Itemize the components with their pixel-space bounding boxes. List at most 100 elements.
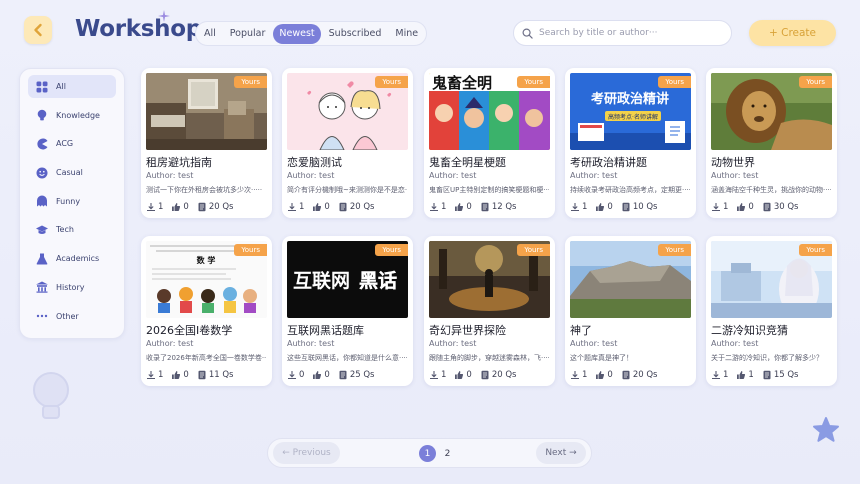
filter-tab-popular[interactable]: Popular — [224, 24, 272, 44]
workshop-card[interactable]: 鬼畜全明 Yours 鬼畜全明星梗题 Author: test 鬼畜区UP主特别… — [424, 68, 555, 218]
card-author: Author: test — [287, 171, 335, 180]
workshop-card[interactable]: Yours 二游冷知识竞猜 Author: test 关于二游的冷知识，你都了解… — [706, 236, 837, 386]
thumb-text-highlight: 黑话 — [359, 270, 397, 292]
card-stats: 1 0 20 Qs — [287, 202, 374, 212]
card-stats: 1 0 11 Qs — [146, 370, 233, 380]
download-icon — [712, 371, 720, 380]
question-list-icon — [198, 202, 206, 212]
download-count: 1 — [723, 202, 729, 212]
card-author: Author: test — [570, 339, 618, 348]
card-title: 2026全国I卷数学 — [146, 324, 233, 337]
download-icon — [712, 203, 720, 212]
previous-page-button[interactable]: ← Previous — [273, 442, 340, 464]
like-count: 0 — [324, 370, 330, 380]
card-description: 关于二游的冷知识，你都了解多少？ — [711, 354, 823, 362]
sidebar-item-academics[interactable]: Academics — [28, 247, 116, 270]
like-count: 0 — [324, 202, 330, 212]
download-count: 1 — [441, 202, 447, 212]
sidebar-item-casual[interactable]: Casual — [28, 161, 116, 184]
category-sidebar: All Knowledge ACG Casual Funny Tech Acad… — [19, 68, 125, 339]
workshop-card[interactable]: Yours 动物世界 Author: test 涵盖海陆空千种生灵，挑战你的动物… — [706, 68, 837, 218]
card-stats: 1 0 12 Qs — [429, 202, 516, 212]
sidebar-item-knowledge[interactable]: Knowledge — [28, 104, 116, 127]
question-list-icon — [481, 370, 489, 380]
page-1-button[interactable]: 1 — [419, 445, 436, 462]
card-description: 涵盖海陆空千种生灵，挑战你的动物···· — [711, 186, 831, 194]
like-count: 1 — [748, 370, 754, 380]
workshop-card[interactable]: Yours 恋爱脑测试 Author: test 简介有评分機制哦~来测测你是不… — [282, 68, 413, 218]
search-input[interactable] — [539, 28, 719, 38]
search-icon — [522, 28, 533, 39]
owner-badge: Yours — [517, 76, 550, 88]
back-button[interactable] — [24, 16, 52, 44]
thumbs-up-icon — [313, 371, 322, 379]
filter-tab-newest[interactable]: Newest — [273, 23, 321, 44]
download-icon — [147, 371, 155, 380]
question-count: 11 Qs — [208, 370, 234, 380]
card-author: Author: test — [711, 339, 759, 348]
card-author: Author: test — [570, 171, 618, 180]
thumbs-up-icon — [596, 371, 605, 379]
lightbulb-icon — [37, 109, 47, 121]
like-count: 0 — [183, 370, 189, 380]
filter-tab-subscribed[interactable]: Subscribed — [323, 24, 388, 44]
download-count: 1 — [299, 202, 305, 212]
card-description: 持续收录考研政治高频考点，定期更···· — [570, 186, 690, 194]
card-stats: 0 0 25 Qs — [287, 370, 374, 380]
sidebar-item-funny[interactable]: Funny — [28, 190, 116, 213]
sidebar-item-label: Other — [56, 311, 79, 321]
workshop-card[interactable]: Yours 神了 Author: test 这个题库真是神了！ 1 0 20 Q… — [565, 236, 696, 386]
sidebar-item-acg[interactable]: ACG — [28, 132, 116, 155]
download-icon — [288, 371, 296, 380]
workshop-card[interactable]: Yours 租房避坑指南 Author: test 测试一下你在外租房会被坑多少… — [141, 68, 272, 218]
card-author: Author: test — [287, 339, 335, 348]
download-icon — [430, 203, 438, 212]
card-description: 收录了2026年新高考全国一卷数学卷···· — [146, 354, 266, 362]
workshop-card[interactable]: 考研政治精讲 高频考点·名师讲解 Yours 考研政治精讲题 Author: t… — [565, 68, 696, 218]
download-count: 0 — [299, 370, 305, 380]
owner-badge: Yours — [234, 244, 267, 256]
page-2-button[interactable]: 2 — [439, 445, 456, 462]
thumbs-up-icon — [455, 371, 464, 379]
next-page-button[interactable]: Next → — [536, 442, 586, 464]
sidebar-item-all[interactable]: All — [28, 75, 116, 98]
card-description: 鬼畜区UP主特别定制的搞笑梗题和梗···· — [429, 186, 549, 194]
filter-tab-all[interactable]: All — [198, 24, 222, 44]
sidebar-item-label: ACG — [56, 139, 74, 149]
sidebar-item-other[interactable]: Other — [28, 305, 116, 328]
like-count: 0 — [466, 202, 472, 212]
sparkle-icon — [158, 10, 170, 22]
filter-tabs: All Popular Newest Subscribed Mine — [195, 21, 428, 46]
create-button[interactable]: + Create — [749, 20, 836, 46]
app-logo: Workshop — [75, 16, 202, 42]
sidebar-item-history[interactable]: History — [28, 276, 116, 299]
workshop-card[interactable]: Yours 奇幻异世界探险 Author: test 跟随主角的脚步，穿越迷雾森… — [424, 236, 555, 386]
card-stats: 1 0 10 Qs — [570, 202, 657, 212]
download-count: 1 — [582, 370, 588, 380]
owner-badge: Yours — [658, 76, 691, 88]
download-count: 1 — [158, 202, 164, 212]
sidebar-item-label: Tech — [56, 225, 74, 235]
workshop-card[interactable]: 互联网 黑话 Yours 互联网黑话题库 Author: test 这些互联网黑… — [282, 236, 413, 386]
download-icon — [571, 203, 579, 212]
flask-icon — [36, 253, 48, 265]
thumbs-up-icon — [737, 203, 746, 211]
sidebar-item-tech[interactable]: Tech — [28, 218, 116, 241]
card-description: 简介有评分機制哦~来测测你是不是恋···· — [287, 186, 407, 194]
thumbs-up-icon — [172, 371, 181, 379]
owner-badge: Yours — [234, 76, 267, 88]
question-count: 20 Qs — [491, 370, 517, 380]
filter-tab-mine[interactable]: Mine — [389, 24, 424, 44]
like-count: 0 — [466, 370, 472, 380]
thumb-text: 数 学 — [197, 255, 216, 265]
card-author: Author: test — [429, 339, 477, 348]
owner-badge: Yours — [375, 244, 408, 256]
chevron-left-icon — [34, 23, 42, 37]
owner-badge: Yours — [517, 244, 550, 256]
download-count: 1 — [158, 370, 164, 380]
workshop-card[interactable]: 数 学 Yours 2026全国I卷数学 Author: test 收录了202… — [141, 236, 272, 386]
sidebar-item-label: History — [56, 282, 85, 292]
download-icon — [288, 203, 296, 212]
sidebar-item-label: Knowledge — [56, 110, 100, 120]
question-count: 25 Qs — [349, 370, 375, 380]
